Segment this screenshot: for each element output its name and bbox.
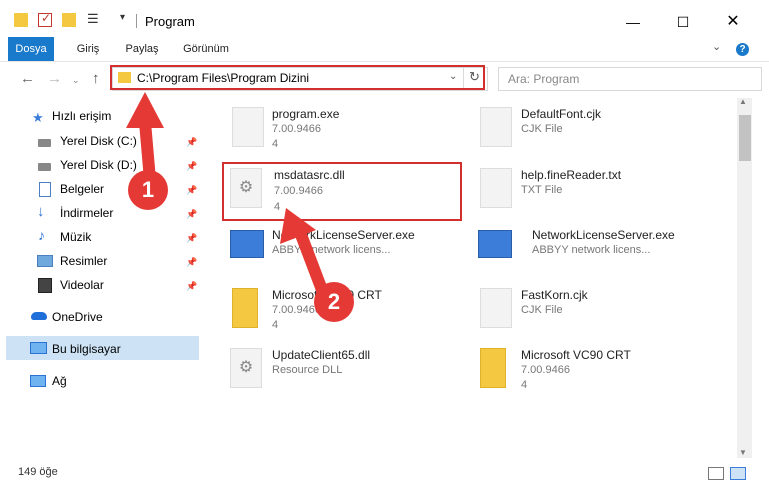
step-2-badge: 2 (314, 282, 354, 322)
step-1-badge: 1 (128, 170, 168, 210)
arrow-1 (126, 92, 164, 186)
annotation-arrows (126, 92, 328, 296)
arrow-2 (280, 208, 328, 296)
